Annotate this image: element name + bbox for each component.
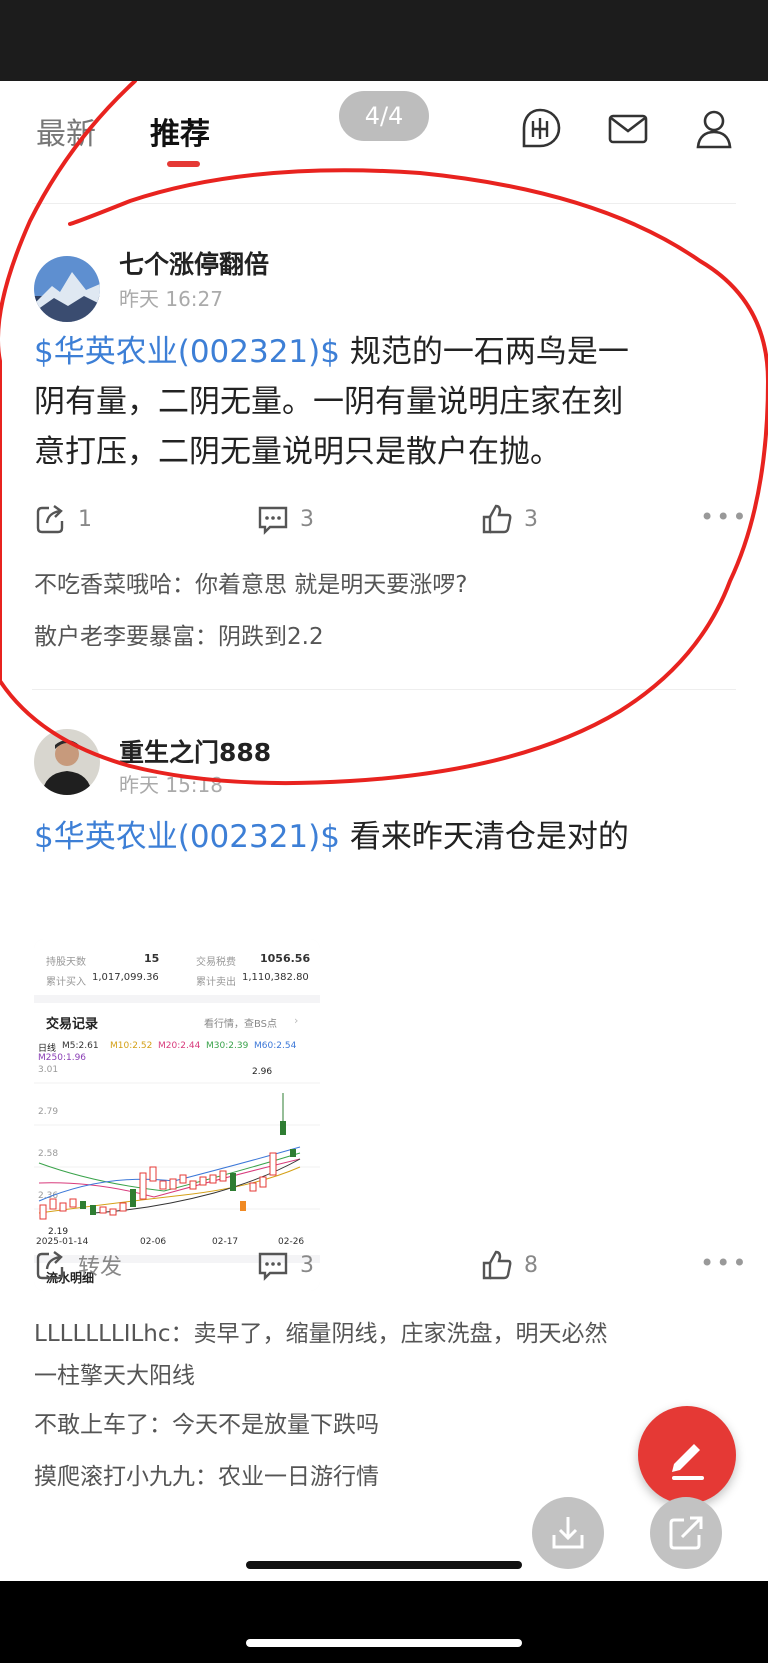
comment-icon	[258, 506, 288, 535]
pencil-icon	[672, 1444, 704, 1480]
active-tab-indicator	[167, 161, 200, 167]
tab-latest[interactable]: 最新	[36, 109, 96, 153]
thumbs-up-icon	[482, 504, 512, 534]
gesture-bar	[246, 1561, 522, 1569]
funds-icon[interactable]	[518, 107, 562, 151]
stock-link[interactable]: $华英农业(002321)$	[34, 334, 340, 370]
avatar[interactable]	[34, 256, 100, 322]
more-options-icon[interactable]: •••	[700, 503, 748, 531]
comment-item[interactable]: 不敢上车了：今天不是放量下跌吗	[34, 1405, 379, 1445]
post-image[interactable]: 持股天数 15 交易税费 1056.56 累计买入 1,017,099.36 累…	[34, 939, 320, 1291]
share-icon	[36, 1251, 64, 1280]
username[interactable]: 重生之门888	[119, 733, 271, 769]
home-indicator[interactable]	[246, 1639, 522, 1647]
compose-button[interactable]	[638, 1406, 736, 1504]
share-button[interactable]: 转发	[34, 1247, 122, 1283]
share-out-button[interactable]	[650, 1497, 722, 1569]
avatar[interactable]	[34, 729, 100, 795]
comment-icon	[258, 1252, 288, 1281]
username[interactable]: 七个涨停翻倍	[119, 245, 269, 281]
tab-recommended[interactable]: 推荐	[150, 109, 210, 153]
share-count: 1	[78, 506, 92, 532]
status-bar	[0, 0, 768, 81]
like-count: 3	[524, 506, 538, 532]
like-button[interactable]: 8	[480, 1247, 538, 1283]
comment-item[interactable]: 散户老李要暴富：阴跌到2.2	[34, 617, 324, 657]
app-screen: 最新 推荐 4/4 七个涨停翻倍 昨天 16:27 $华英农业(002321)$…	[0, 81, 768, 1581]
post-body: $华英农业(002321)$ 规范的一石两鸟是一 阴有量，二阴无量。一阴有量说明…	[34, 334, 629, 470]
comment-button[interactable]: 3	[256, 501, 314, 537]
comment-item[interactable]: 不吃香菜哦哈：你着意思 就是明天要涨啰?	[34, 565, 468, 605]
more-options-icon[interactable]: •••	[700, 1249, 748, 1277]
page-indicator: 4/4	[339, 91, 429, 141]
like-button[interactable]: 3	[480, 501, 538, 537]
post-body: $华英农业(002321)$ 看来昨天清仓是对的	[34, 819, 629, 855]
post-divider	[32, 689, 736, 690]
bottom-bar	[0, 1581, 768, 1663]
stock-link[interactable]: $华英农业(002321)$	[34, 819, 340, 855]
like-count: 8	[524, 1252, 538, 1278]
comment-item[interactable]: LLLLLLLILhc：卖早了，缩量阴线，庄家洗盘，明天必然 一柱擎天大阳线	[34, 1313, 734, 1397]
header-divider	[32, 203, 736, 204]
trade-summary: 持股天数 15 交易税费 1056.56 累计买入 1,017,099.36 累…	[34, 939, 320, 995]
comment-count: 3	[300, 1252, 314, 1278]
share-label: 转发	[78, 1255, 123, 1280]
trade-records-chart: 交易记录 看行情，查BS点 › 日线 M5:2.61 M10:2.52 M20:…	[34, 1003, 320, 1255]
download-button[interactable]	[532, 1497, 604, 1569]
share-out-icon	[669, 1516, 703, 1550]
mail-icon[interactable]	[606, 107, 650, 151]
download-icon	[552, 1517, 584, 1549]
comment-count: 3	[300, 506, 314, 532]
post-time: 昨天 15:18	[119, 773, 223, 797]
share-button[interactable]: 1	[34, 501, 92, 537]
comment-item[interactable]: 摸爬滚打小九九：农业一日游行情	[34, 1457, 379, 1497]
comment-button[interactable]: 3	[256, 1247, 314, 1283]
profile-icon[interactable]	[692, 107, 736, 151]
thumbs-up-icon	[482, 1250, 512, 1280]
share-icon	[36, 505, 64, 534]
candlestick-chart	[34, 1082, 320, 1220]
post-time: 昨天 16:27	[119, 287, 223, 311]
